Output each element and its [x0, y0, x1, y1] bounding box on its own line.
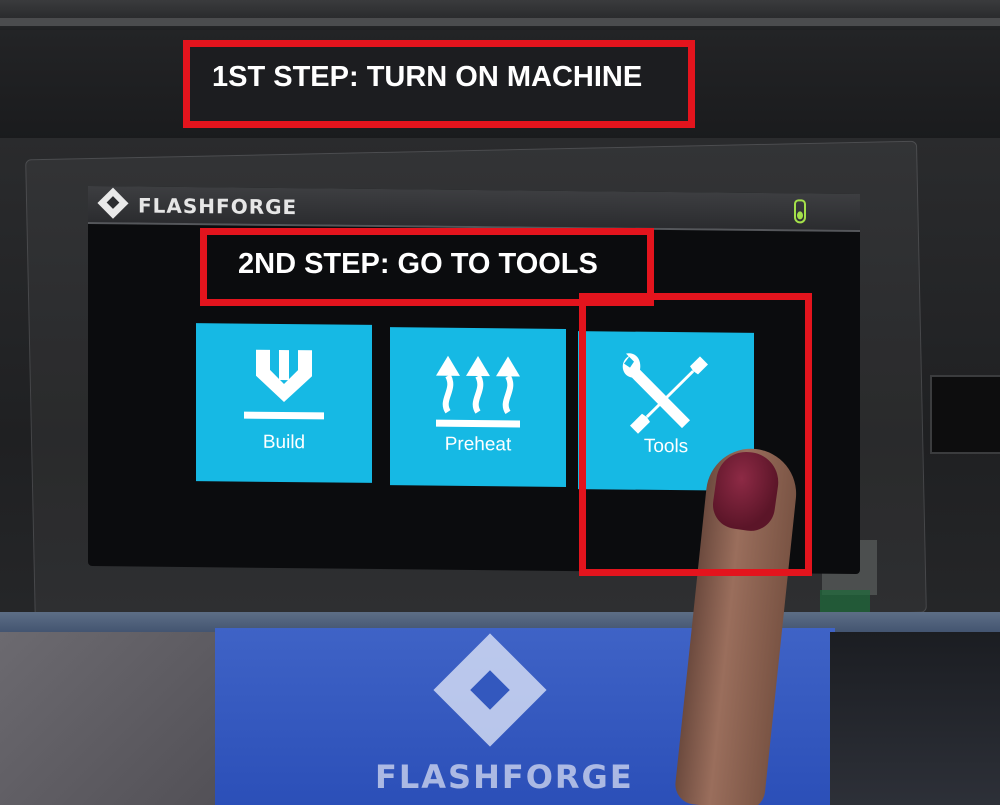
flashforge-logo-icon [97, 187, 129, 219]
preheat-icon [436, 355, 520, 428]
printer-front-right [830, 632, 1000, 805]
screen-titlebar: FLASHFORGE [88, 185, 860, 233]
screen-brand: FLASHFORGE [138, 193, 298, 220]
build-icon [244, 349, 324, 420]
preheat-label: Preheat [444, 433, 512, 456]
printer-front-left [0, 632, 240, 805]
printer-top-edge [0, 18, 1000, 26]
step1-annotation: 1ST STEP: TURN ON MACHINE [212, 61, 643, 93]
build-tile[interactable]: Build [196, 323, 372, 483]
printer-photo: FLASHFORGE Build Preheat Tools FLASHFORG… [0, 0, 1000, 805]
thermometer-icon [794, 199, 806, 224]
build-label: Build [262, 431, 306, 454]
usb-slot [930, 375, 1000, 454]
front-brand: FLASHFORGE [375, 758, 634, 796]
step2-annotation: 2ND STEP: GO TO TOOLS [238, 248, 598, 280]
preheat-tile[interactable]: Preheat [390, 327, 566, 487]
tools-highlight-box [579, 293, 812, 576]
